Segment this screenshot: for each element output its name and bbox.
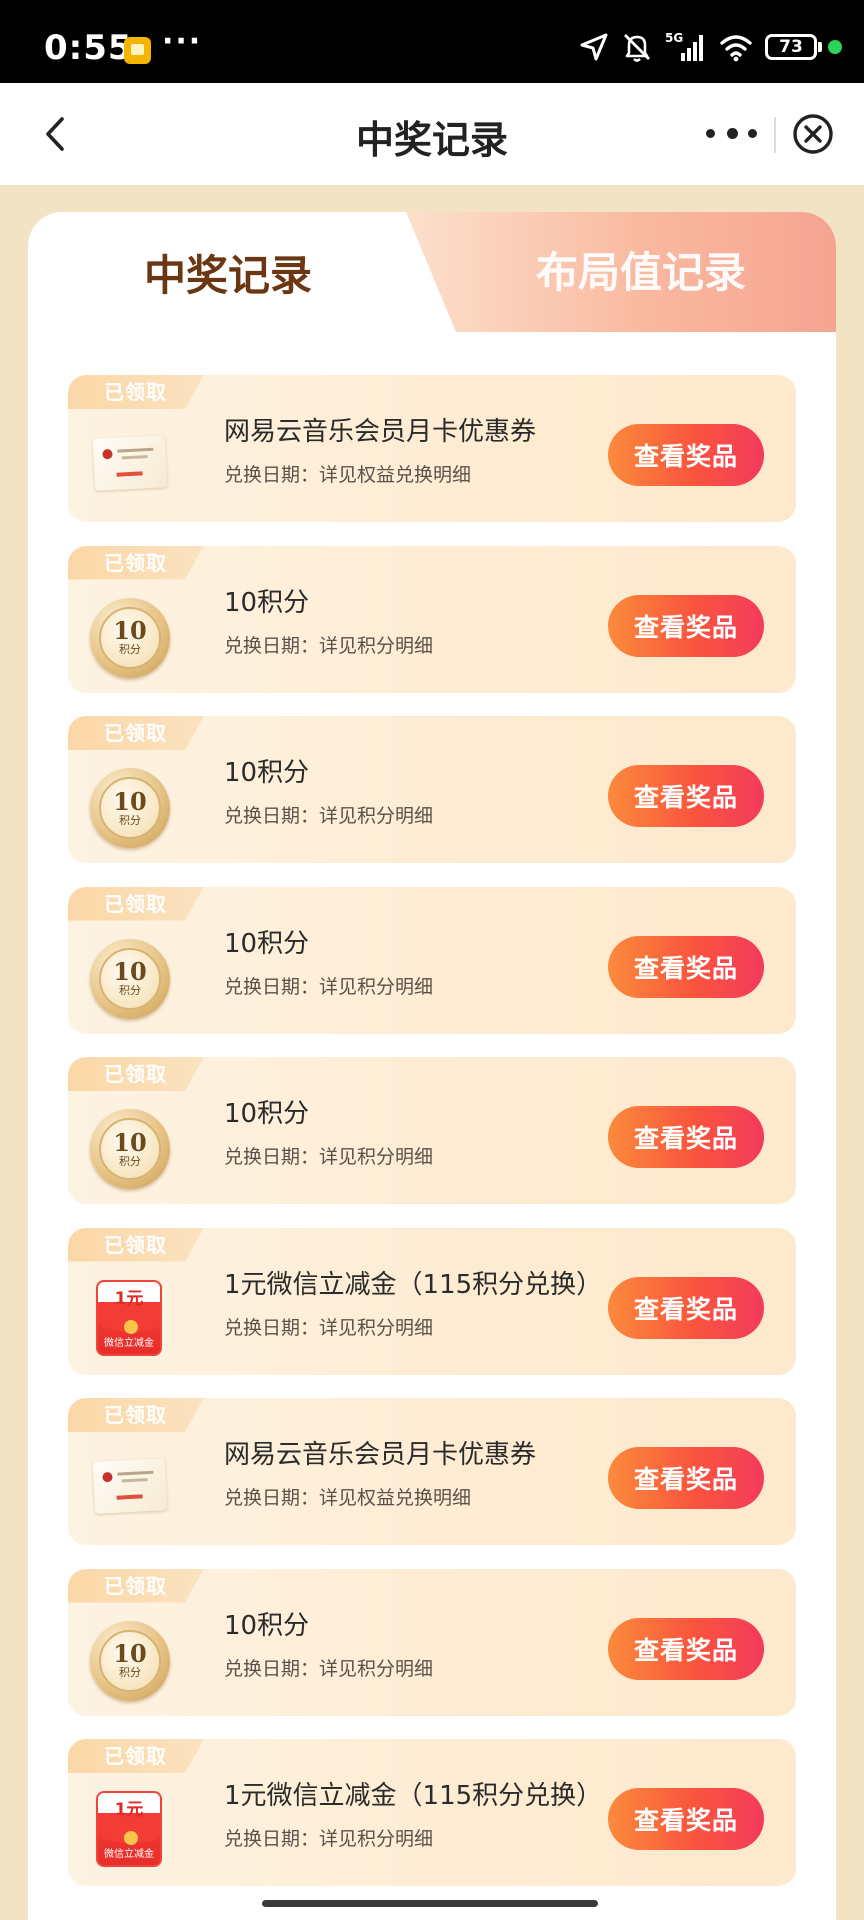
record-item: 已领取 10 积分 10积分 兑换日期：详见积分明细 查看奖品 xyxy=(68,545,796,693)
view-prize-button[interactable]: 查看奖品 xyxy=(608,935,764,998)
red-packet-amount: 1元 xyxy=(114,1288,144,1309)
points-coin-icon: 10 积分 xyxy=(90,768,170,848)
records-card: 中奖记录 布局值记录 已领取 网易云音乐会员月卡优惠券 兑换日期：详见权益兑换明… xyxy=(28,212,836,1920)
record-title: 10积分 xyxy=(224,758,310,788)
red-packet-icon: 1元 微信立减金 xyxy=(90,1279,170,1360)
charging-dot-icon xyxy=(828,40,842,54)
record-item: 已领取 10 积分 10积分 兑换日期：详见积分明细 查看奖品 xyxy=(68,1057,796,1204)
view-prize-button[interactable]: 查看奖品 xyxy=(608,1788,764,1850)
coin-value: 10 xyxy=(113,957,147,986)
record-date: 兑换日期：详见积分明细 xyxy=(224,1146,434,1168)
record-title: 10积分 xyxy=(224,1610,310,1641)
record-date: 兑换日期：详见积分明细 xyxy=(224,975,434,998)
coin-unit: 积分 xyxy=(119,1666,141,1679)
coin-unit: 积分 xyxy=(119,984,141,997)
nav-bar: 中奖记录 xyxy=(0,83,864,185)
red-packet-amount: 1元 xyxy=(114,1800,144,1820)
red-packet-label: 微信立减金 xyxy=(104,1849,154,1860)
record-item: 已领取 1元 微信立减金 1元微信立减金（115积分兑换） 兑换日期：详见积分明… xyxy=(68,1739,796,1886)
record-date: 兑换日期：详见积分明细 xyxy=(224,634,434,657)
record-item: 已领取 网易云音乐会员月卡优惠券 兑换日期：详见权益兑换明细 查看奖品 xyxy=(68,375,796,522)
record-item: 已领取 1元 微信立减金 1元微信立减金（115积分兑换） 兑换日期：详见积分明… xyxy=(68,1227,796,1375)
red-packet-icon: 1元 微信立减金 xyxy=(90,1791,170,1871)
coin-unit: 积分 xyxy=(119,813,141,827)
mute-icon xyxy=(624,34,650,62)
claimed-badge: 已领取 xyxy=(68,375,204,409)
record-date: 兑换日期：详见权益兑换明细 xyxy=(224,1487,472,1509)
view-prize-button[interactable]: 查看奖品 xyxy=(608,1276,764,1339)
location-arrow-icon xyxy=(580,33,608,61)
coupon-thumbnail-icon xyxy=(90,1450,170,1530)
capsule-divider xyxy=(774,117,776,153)
record-title: 1元微信立减金（115积分兑换） xyxy=(224,1781,603,1811)
more-dots-icon[interactable] xyxy=(702,128,762,143)
claimed-badge: 已领取 xyxy=(68,1057,204,1091)
home-indicator xyxy=(262,1900,598,1907)
coin-value: 10 xyxy=(113,1127,147,1157)
points-coin-icon: 10 积分 xyxy=(90,597,170,678)
record-list: 已领取 网易云音乐会员月卡优惠券 兑换日期：详见权益兑换明细 查看奖品 已领取 … xyxy=(68,375,796,1910)
app-notification-icon xyxy=(124,37,151,64)
claimed-badge: 已领取 xyxy=(68,886,204,921)
view-prize-button[interactable]: 查看奖品 xyxy=(608,424,764,486)
coin-value: 10 xyxy=(113,1639,147,1668)
record-item: 已领取 网易云音乐会员月卡优惠券 兑换日期：详见权益兑换明细 查看奖品 xyxy=(68,1398,796,1545)
record-date: 兑换日期：详见积分明细 xyxy=(224,805,434,827)
claimed-badge: 已领取 xyxy=(68,1227,204,1262)
tab-layout-value-records[interactable]: 布局值记录 xyxy=(406,212,836,332)
points-coin-icon: 10 积分 xyxy=(90,938,170,1019)
red-packet-label: 微信立减金 xyxy=(104,1337,154,1349)
record-item: 已领取 10 积分 10积分 兑换日期：详见积分明细 查看奖品 xyxy=(68,886,796,1034)
tab-prize-records[interactable]: 中奖记录 xyxy=(28,212,428,332)
battery-icon: 73 xyxy=(765,34,842,60)
record-date: 兑换日期：详见权益兑换明细 xyxy=(224,464,472,486)
view-prize-button[interactable]: 查看奖品 xyxy=(608,1447,764,1509)
status-bar: 0:55 ··· 5G 73 xyxy=(0,0,864,83)
claimed-badge: 已领取 xyxy=(68,1739,204,1773)
claimed-badge: 已领取 xyxy=(68,716,204,750)
coin-value: 10 xyxy=(113,786,147,816)
record-title: 10积分 xyxy=(224,1099,310,1129)
tab-layout-value-records-label: 布局值记录 xyxy=(535,247,746,297)
coin-unit: 积分 xyxy=(119,1154,141,1168)
view-prize-button[interactable]: 查看奖品 xyxy=(608,765,764,827)
coupon-thumbnail-icon xyxy=(90,427,170,507)
record-item: 已领取 10 积分 10积分 兑换日期：详见积分明细 查看奖品 xyxy=(68,1568,796,1716)
record-title: 10积分 xyxy=(224,928,310,959)
record-date: 兑换日期：详见积分明细 xyxy=(224,1828,434,1850)
record-title: 1元微信立减金（115积分兑换） xyxy=(224,1269,603,1300)
points-coin-icon: 10 积分 xyxy=(90,1620,170,1701)
status-time: 0:55 xyxy=(44,28,133,68)
wifi-icon xyxy=(720,35,752,62)
record-item: 已领取 10 积分 10积分 兑换日期：详见积分明细 查看奖品 xyxy=(68,716,796,863)
claimed-badge: 已领取 xyxy=(68,545,204,580)
claimed-badge: 已领取 xyxy=(68,1568,204,1603)
record-date: 兑换日期：详见积分明细 xyxy=(224,1316,434,1339)
view-prize-button[interactable]: 查看奖品 xyxy=(608,594,764,657)
coin-value: 10 xyxy=(113,616,147,645)
record-title: 网易云音乐会员月卡优惠券 xyxy=(224,417,537,447)
view-prize-button[interactable]: 查看奖品 xyxy=(608,1617,764,1680)
record-title: 网易云音乐会员月卡优惠券 xyxy=(224,1440,537,1470)
signal-icon: 5G xyxy=(665,31,703,61)
view-prize-button[interactable]: 查看奖品 xyxy=(608,1106,764,1168)
battery-level: 73 xyxy=(765,34,817,60)
claimed-badge: 已领取 xyxy=(68,1398,204,1432)
record-date: 兑换日期：详见积分明细 xyxy=(224,1657,434,1680)
status-more-indicator: ··· xyxy=(162,24,203,59)
close-circle-icon[interactable] xyxy=(792,113,834,155)
record-title: 10积分 xyxy=(224,587,310,618)
coin-unit: 积分 xyxy=(119,643,141,656)
points-coin-icon: 10 积分 xyxy=(90,1109,170,1189)
mini-program-capsule xyxy=(694,107,842,161)
network-type-label: 5G xyxy=(665,31,683,45)
status-icons: 5G 73 xyxy=(579,30,842,64)
